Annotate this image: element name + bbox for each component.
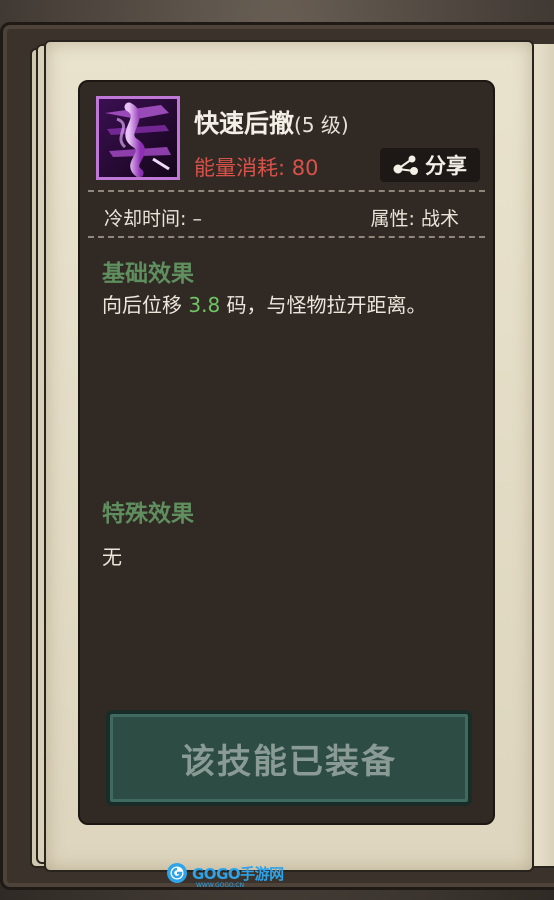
basic-effect-description: 向后位移 3.8 码，与怪物拉开距离。 (102, 288, 482, 322)
divider (88, 236, 485, 238)
basic-effect-title: 基础效果 (102, 261, 194, 287)
divider (88, 190, 485, 192)
basic-effect-text: 码，与怪物拉开距离。 (220, 293, 427, 317)
skill-detail-card: 快速后撤(5 级) 能量消耗: 80 分享 冷却时间: – 属性: 战术 基础效… (78, 80, 495, 825)
equipped-button[interactable]: 该技能已装备 (106, 710, 472, 806)
share-label: 分享 (425, 154, 467, 178)
skill-title: 快速后撤(5 级) (194, 104, 349, 140)
skill-name: 快速后撤 (194, 109, 295, 138)
basic-effect-value: 3.8 (188, 293, 221, 317)
energy-cost: 能量消耗: 80 (194, 156, 319, 180)
basic-effect-text: 向后位移 (102, 293, 189, 317)
special-effect-description: 无 (102, 545, 122, 569)
skill-attribute: 属性: 战术 (370, 208, 459, 230)
gogo-watermark: GOGO手游网 WWW.GOGO.CN (166, 862, 284, 889)
special-effect-title: 特殊效果 (102, 501, 194, 527)
share-icon (393, 154, 419, 176)
skill-level: (5 级) (294, 113, 349, 137)
cooldown-time: 冷却时间: – (104, 208, 202, 230)
gogo-logo-icon (166, 862, 188, 884)
retreat-dash-icon (96, 96, 180, 180)
share-button[interactable]: 分享 (380, 148, 480, 182)
watermark-text: GOGO手游网 (192, 864, 284, 883)
skill-book-screen: 快速后撤(5 级) 能量消耗: 80 分享 冷却时间: – 属性: 战术 基础效… (0, 0, 554, 900)
watermark-url: WWW.GOGO.CN (196, 882, 245, 889)
